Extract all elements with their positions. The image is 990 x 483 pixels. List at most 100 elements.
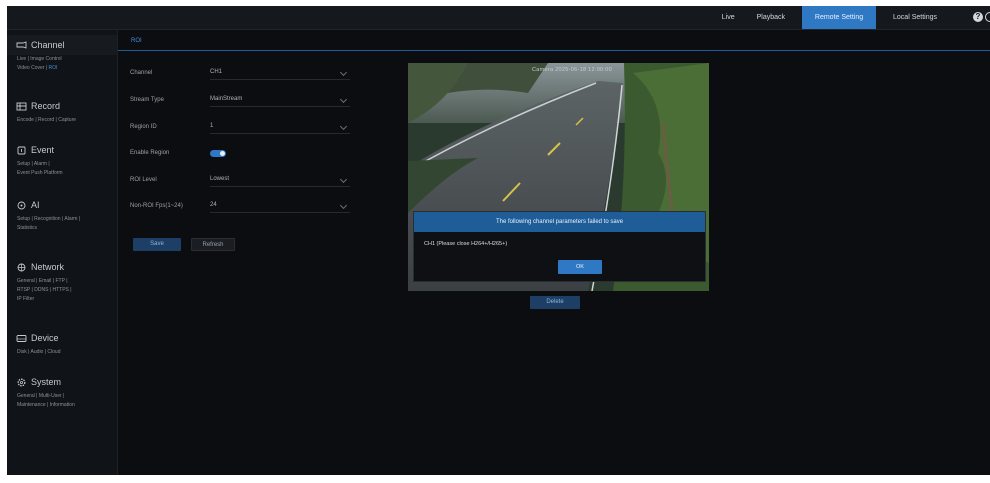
chevron-down-icon: [339, 122, 348, 131]
channel-value: CH1: [210, 69, 223, 75]
sidebar-section-network: Network General | Email | FTP | RTSP | D…: [7, 257, 117, 304]
sidebar-section-system: System General | Multi-User | Maintenanc…: [7, 372, 117, 410]
region-id-select[interactable]: 1: [210, 120, 350, 134]
device-icon: [16, 334, 27, 342]
tab-bar: ROI: [118, 30, 990, 51]
non-roi-fps-select[interactable]: 24: [210, 199, 350, 213]
sidebar-link-ip-filter[interactable]: IP Filter: [17, 296, 34, 302]
sidebar-links: Live | Image Control Video Cover | ROI: [17, 56, 62, 71]
region-id-label: Region ID: [130, 124, 157, 130]
channel-row: Channel CH1: [130, 66, 350, 80]
stream-type-label: Stream Type: [130, 97, 164, 103]
system-icon: [17, 378, 26, 386]
sidebar-item-label: Channel: [31, 40, 65, 50]
sidebar-links: Encode | Record | Capture: [17, 117, 77, 123]
sidebar-links: Setup | Alarm | Event Push Platform: [17, 161, 63, 176]
sidebar-item-label: Event: [31, 145, 55, 155]
roi-level-value: Lowest: [210, 176, 230, 182]
sidebar-link-capture[interactable]: Capture: [58, 117, 76, 123]
sidebar-item-network[interactable]: Network: [7, 257, 117, 277]
sidebar-link-setup[interactable]: Setup: [17, 216, 30, 222]
chevron-down-icon: [339, 175, 348, 184]
sidebar-item-channel[interactable]: Channel: [7, 35, 117, 55]
sidebar-item-record[interactable]: Record: [7, 96, 117, 116]
app-window: Live Playback Remote Setting Local Setti…: [7, 6, 990, 475]
sidebar-links: Disk | Audio | Cloud: [17, 349, 61, 355]
channel-label: Channel: [130, 70, 153, 76]
chevron-down-icon: [339, 68, 348, 77]
nav-playback[interactable]: Playback: [746, 6, 796, 29]
sidebar-link-information[interactable]: Information: [50, 402, 75, 408]
sidebar-link-general[interactable]: General: [17, 393, 35, 399]
sidebar-link-maintenance[interactable]: Maintenance: [17, 402, 46, 408]
roi-level-select[interactable]: Lowest: [210, 173, 350, 187]
sidebar-section-device: Device Disk | Audio | Cloud: [7, 328, 117, 357]
top-nav: Live Playback Remote Setting Local Setti…: [711, 6, 990, 29]
sidebar-section-ai: AI Setup | Recognition | Alarm | Statist…: [7, 195, 117, 233]
sidebar-link-event-push-platform[interactable]: Event Push Platform: [17, 170, 63, 176]
nav-remote-setting[interactable]: Remote Setting: [802, 6, 877, 29]
sidebar-item-system[interactable]: System: [7, 372, 117, 392]
sidebar-links: Setup | Recognition | Alarm | Statistics: [17, 216, 81, 231]
sidebar-link-ddns[interactable]: DDNS: [34, 287, 48, 293]
channel-select[interactable]: CH1: [210, 66, 350, 80]
enable-region-label: Enable Region: [130, 150, 170, 156]
sidebar-link-email[interactable]: Email: [39, 278, 52, 284]
main-content: ROI Channel CH1 Stream Type MainStream R…: [118, 30, 990, 475]
ok-button[interactable]: OK: [558, 260, 602, 274]
sidebar-link-cloud[interactable]: Cloud: [47, 349, 60, 355]
sidebar-link-video-cover[interactable]: Video Cover: [17, 65, 44, 71]
help-icon[interactable]: ?: [973, 12, 983, 22]
sidebar-link-alarm[interactable]: Alarm: [34, 161, 47, 167]
nav-local-settings[interactable]: Local Settings: [882, 6, 948, 29]
refresh-button[interactable]: Refresh: [191, 238, 235, 251]
network-icon: [17, 263, 26, 271]
sidebar-item-ai[interactable]: AI: [7, 195, 117, 215]
power-icon[interactable]: [985, 12, 990, 22]
tab-roi[interactable]: ROI: [126, 36, 147, 46]
ai-icon: [17, 201, 26, 209]
save-button[interactable]: Save: [133, 238, 181, 251]
sidebar-link-recognition[interactable]: Recognition: [34, 216, 60, 222]
sidebar-section-record: Record Encode | Record | Capture: [7, 96, 117, 125]
enable-region-toggle[interactable]: [210, 149, 226, 157]
delete-button[interactable]: Delete: [530, 296, 580, 309]
camera-icon: [16, 40, 27, 49]
sidebar-item-label: System: [31, 377, 62, 387]
non-roi-fps-row: Non-ROI Fps(1~24) 24: [130, 199, 350, 213]
sidebar-link-record[interactable]: Record: [38, 117, 54, 123]
chevron-down-icon: [339, 201, 348, 210]
event-icon: [17, 146, 26, 154]
sidebar-link-general[interactable]: General: [17, 278, 35, 284]
sidebar-link-multi-user[interactable]: Multi-User: [39, 393, 62, 399]
top-bar: Live Playback Remote Setting Local Setti…: [7, 6, 990, 30]
sidebar-item-label: Network: [31, 262, 65, 272]
non-roi-fps-value: 24: [210, 202, 217, 208]
sidebar-section-event: Event Setup | Alarm | Event Push Platfor…: [7, 140, 117, 178]
non-roi-fps-label: Non-ROI Fps(1~24): [130, 203, 183, 209]
sidebar-link-image-control[interactable]: Image Control: [30, 56, 61, 62]
dialog-title: The following channel parameters failed …: [414, 212, 705, 232]
sidebar-link-audio[interactable]: Audio: [31, 349, 44, 355]
sidebar-link-live[interactable]: Live: [17, 56, 26, 62]
sidebar-link-alarm[interactable]: Alarm: [64, 216, 77, 222]
nav-live[interactable]: Live: [711, 6, 746, 29]
region-id-value: 1: [210, 123, 214, 129]
sidebar-item-device[interactable]: Device: [7, 328, 117, 348]
dialog-message: CH1 (Please close H264+/H265+): [424, 241, 508, 247]
sidebar-link-setup[interactable]: Setup: [17, 161, 30, 167]
sidebar-link-https[interactable]: HTTPS: [52, 287, 68, 293]
sidebar-item-event[interactable]: Event: [7, 140, 117, 160]
sidebar-section-channel: Channel Live | Image Control Video Cover…: [7, 35, 117, 73]
sidebar-link-statistics[interactable]: Statistics: [17, 225, 37, 231]
sidebar-link-encode[interactable]: Encode: [17, 117, 34, 123]
stream-type-row: Stream Type MainStream: [130, 93, 350, 107]
stream-type-select[interactable]: MainStream: [210, 93, 350, 107]
enable-region-row: Enable Region: [130, 146, 226, 160]
sidebar-link-roi[interactable]: ROI: [49, 65, 58, 71]
stream-type-value: MainStream: [210, 96, 243, 102]
sidebar: Channel Live | Image Control Video Cover…: [7, 30, 118, 475]
sidebar-link-disk[interactable]: Disk: [17, 349, 27, 355]
sidebar-link-ftp[interactable]: FTP: [55, 278, 64, 284]
sidebar-link-rtsp[interactable]: RTSP: [17, 287, 30, 293]
